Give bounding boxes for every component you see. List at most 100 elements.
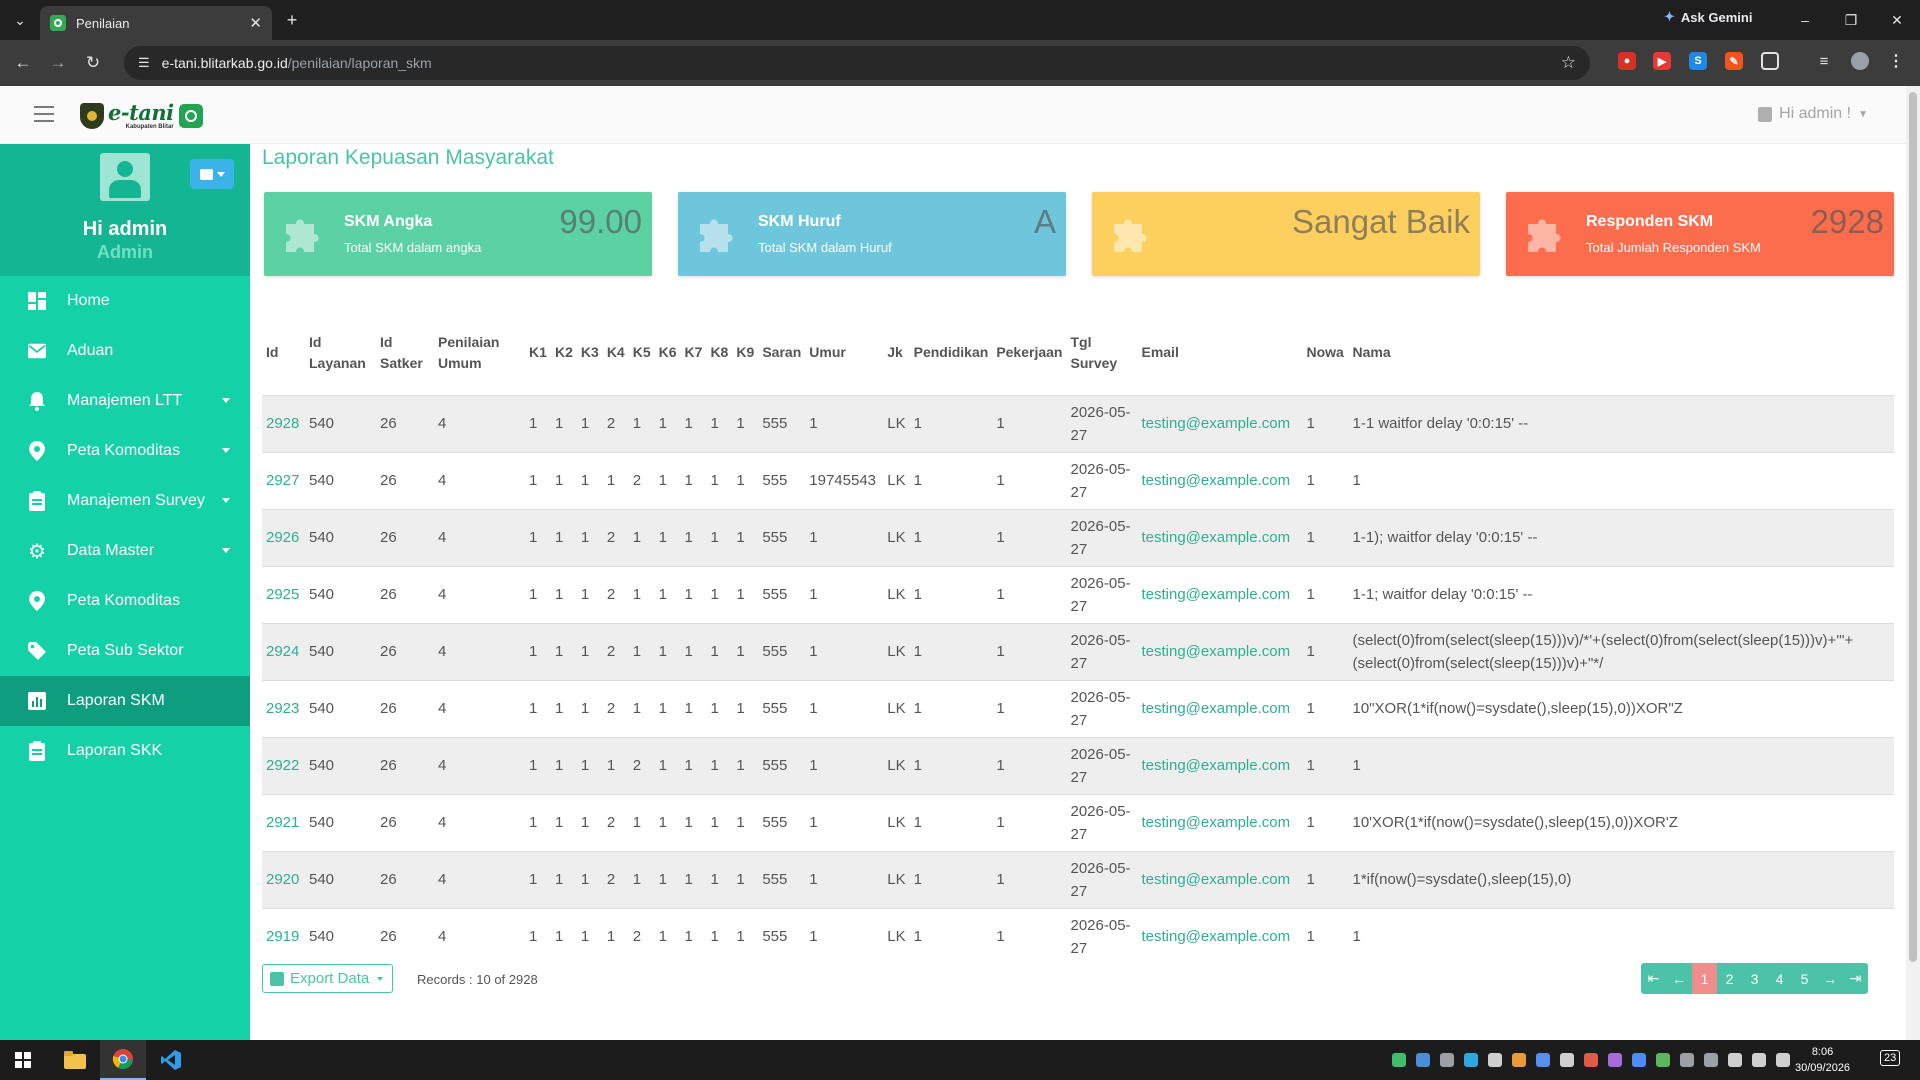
sidebar-item-peta-komoditas[interactable]: Peta Komoditas: [0, 426, 250, 476]
restore-icon[interactable]: ❐: [1828, 0, 1874, 40]
back-arrow-icon[interactable]: ←: [10, 50, 36, 76]
tab-close-icon[interactable]: ✕: [249, 14, 262, 32]
tab-search-icon[interactable]: ⌄: [8, 10, 32, 30]
windows-start-icon[interactable]: [0, 1040, 46, 1080]
tray-app-icon[interactable]: [1656, 1053, 1670, 1067]
table-cell: 1: [658, 586, 667, 603]
new-tab-icon[interactable]: +: [282, 10, 302, 30]
tray-app-icon[interactable]: [1464, 1053, 1478, 1067]
record-id-link[interactable]: 2920: [262, 851, 305, 908]
page-button[interactable]: 4: [1767, 963, 1792, 994]
vscode-icon[interactable]: [148, 1040, 194, 1080]
chrome-taskbar-icon[interactable]: [100, 1040, 146, 1080]
sidebar-item-peta-sub-sektor[interactable]: Peta Sub Sektor: [0, 626, 250, 676]
forward-arrow-icon[interactable]: →: [45, 50, 71, 76]
tray-shield-icon[interactable]: [1536, 1053, 1550, 1067]
extension-pen-icon[interactable]: ✎: [1725, 52, 1743, 70]
page-button[interactable]: 1: [1692, 963, 1717, 994]
next-page-icon[interactable]: →: [1817, 963, 1843, 994]
tray-app-icon[interactable]: [1608, 1053, 1622, 1067]
email-link[interactable]: testing@example.com: [1137, 566, 1302, 623]
table-cell: 4: [438, 415, 447, 432]
prev-page-icon[interactable]: ←: [1666, 963, 1692, 994]
notification-center-icon[interactable]: 23: [1880, 1050, 1901, 1066]
tray-app-icon[interactable]: [1392, 1053, 1406, 1067]
sidebar-item-manajemen-ltt[interactable]: Manajemen LTT: [0, 376, 250, 426]
browser-menu-icon[interactable]: ⋮: [1887, 52, 1905, 70]
page-button[interactable]: 5: [1792, 963, 1817, 994]
email-link[interactable]: testing@example.com: [1137, 737, 1302, 794]
record-id-link[interactable]: 2928: [262, 395, 305, 452]
record-id-link[interactable]: 2923: [262, 680, 305, 737]
user-menu[interactable]: Hi admin ! ▼: [1758, 105, 1868, 123]
email-link[interactable]: testing@example.com: [1137, 794, 1302, 851]
email-link[interactable]: testing@example.com: [1137, 452, 1302, 509]
sidebar-item-laporan-skm[interactable]: Laporan SKM: [0, 676, 250, 726]
taskbar-clock[interactable]: 8:06 30/09/2026: [1795, 1044, 1850, 1076]
table-cell: 1: [996, 871, 1005, 888]
last-page-icon[interactable]: ⇥: [1843, 963, 1868, 994]
table-cell: 1: [555, 415, 564, 432]
email-link[interactable]: testing@example.com: [1137, 680, 1302, 737]
tray-cloud-icon[interactable]: [1440, 1053, 1454, 1067]
reload-icon[interactable]: ↻: [80, 50, 106, 76]
profile-dropdown-button[interactable]: [190, 159, 234, 189]
profile-avatar-icon[interactable]: [1851, 52, 1869, 70]
bar-chart-icon: [28, 692, 46, 710]
hamburger-menu-icon[interactable]: [34, 106, 54, 122]
record-id-link[interactable]: 2921: [262, 794, 305, 851]
email-link[interactable]: testing@example.com: [1137, 509, 1302, 566]
network-icon[interactable]: [1728, 1053, 1742, 1067]
extension-shield-icon[interactable]: ●: [1618, 52, 1636, 70]
record-id-link[interactable]: 2924: [262, 623, 305, 680]
site-info-icon[interactable]: ☰: [138, 55, 150, 71]
email-link[interactable]: testing@example.com: [1137, 395, 1302, 452]
battery-icon[interactable]: [1776, 1053, 1790, 1067]
record-id-link[interactable]: 2926: [262, 509, 305, 566]
extensions-puzzle-icon[interactable]: [1761, 52, 1779, 70]
export-data-button[interactable]: Export Data: [262, 964, 393, 993]
table-cell: 2: [632, 472, 642, 489]
app-logo[interactable]: e-tani Kabupaten Blitar: [80, 101, 203, 131]
bluetooth-icon[interactable]: [1632, 1053, 1646, 1067]
sidebar-item-data-master[interactable]: ⚙ Data Master: [0, 526, 250, 576]
column-header: Umur: [809, 344, 846, 361]
extension-video-icon[interactable]: ▶: [1653, 52, 1671, 70]
tray-app-icon[interactable]: [1704, 1053, 1718, 1067]
first-page-icon[interactable]: ⇤: [1641, 963, 1666, 994]
tray-app-icon[interactable]: [1680, 1053, 1694, 1067]
sidebar-item-label: Peta Komoditas: [67, 592, 180, 609]
minimize-icon[interactable]: –: [1782, 0, 1828, 40]
page-button[interactable]: 2: [1717, 963, 1742, 994]
tray-app-icon[interactable]: [1584, 1053, 1598, 1067]
address-bar[interactable]: ☰ e-tani.blitarkab.go.id/penilaian/lapor…: [124, 46, 1590, 80]
record-id-link[interactable]: 2922: [262, 737, 305, 794]
sidebar-item-peta-komoditas-2[interactable]: Peta Komoditas: [0, 576, 250, 626]
extension-s-icon[interactable]: S: [1689, 52, 1707, 70]
file-explorer-icon[interactable]: [52, 1040, 98, 1080]
page-scrollbar[interactable]: [1906, 86, 1920, 1040]
reading-list-icon[interactable]: ≡: [1815, 52, 1833, 70]
record-id-link[interactable]: 2925: [262, 566, 305, 623]
ask-gemini-button[interactable]: ✦ Ask Gemini: [1664, 9, 1752, 25]
sidebar-item-aduan[interactable]: Aduan: [0, 326, 250, 376]
volume-icon[interactable]: [1752, 1053, 1766, 1067]
email-link[interactable]: testing@example.com: [1137, 908, 1302, 965]
tray-app-icon[interactable]: [1560, 1053, 1574, 1067]
tray-app-icon[interactable]: [1416, 1053, 1430, 1067]
tray-app-icon[interactable]: [1488, 1053, 1502, 1067]
page-button[interactable]: 3: [1742, 963, 1767, 994]
table-cell: 26: [380, 472, 397, 489]
sidebar-item-home[interactable]: Home: [0, 276, 250, 326]
email-link[interactable]: testing@example.com: [1137, 623, 1302, 680]
sidebar-item-laporan-skk[interactable]: Laporan SKK: [0, 726, 250, 776]
browser-tab[interactable]: Penilaian ✕: [40, 6, 272, 40]
bookmark-star-icon[interactable]: ☆: [1561, 53, 1576, 73]
record-id-link[interactable]: 2919: [262, 908, 305, 965]
sidebar-item-manajemen-survey[interactable]: Manajemen Survey: [0, 476, 250, 526]
table-cell: 555: [762, 928, 788, 946]
close-window-icon[interactable]: ✕: [1874, 0, 1920, 40]
email-link[interactable]: testing@example.com: [1137, 851, 1302, 908]
tray-app-icon[interactable]: [1512, 1053, 1526, 1067]
record-id-link[interactable]: 2927: [262, 452, 305, 509]
